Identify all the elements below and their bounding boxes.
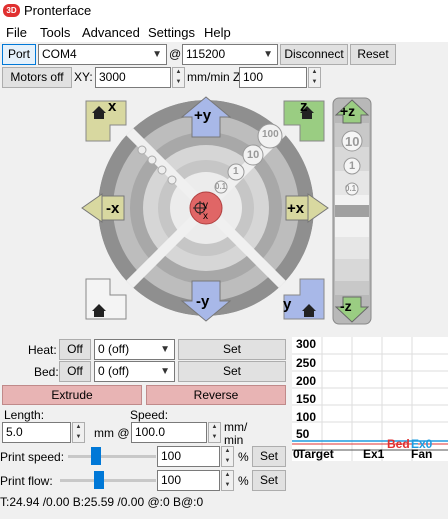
heat-value: 0 (off) [98,342,130,356]
print-speed-input[interactable]: 100 [157,446,220,467]
graph-tick-100: 100 [296,410,317,424]
heat-combo[interactable]: 0 (off) ▼ [94,339,175,360]
baud-combo[interactable]: 115200 ▼ [182,44,278,65]
window-title: Pronterface [24,3,92,18]
print-speed-pct: % [238,450,249,464]
app-icon: 3D [3,4,20,17]
plus-x-label: +x [287,200,305,217]
bed-value: 0 (off) [98,364,130,378]
xy-feedrate-input[interactable]: 3000 [95,67,171,88]
motors-off-button[interactable]: Motors off [2,67,72,88]
graph-tick-200: 200 [296,374,317,388]
length-label: Length: [4,408,45,422]
plus-y-label: +y [194,107,212,124]
minus-x-label: -x [106,200,120,217]
bed-label: Bed: [34,365,59,379]
step-100[interactable]: 100 [262,129,279,140]
z-step-0-1[interactable]: 0.1 [345,184,356,193]
speed-input[interactable]: 100.0 [131,422,207,443]
chevron-down-icon: ▼ [160,344,170,355]
at-label: @ [169,47,182,61]
xy-label: XY: [74,70,93,84]
reset-button[interactable]: Reset [350,44,396,65]
bed-set-button[interactable]: Set [178,361,286,382]
port-button[interactable]: Port [2,44,36,65]
graph-tick-300: 300 [296,337,317,351]
z-spin[interactable]: ▲ ▼ [308,67,321,88]
bed-off-button[interactable]: Off [59,361,91,382]
print-flow-pct: % [238,474,249,488]
graph-tick-50: 50 [296,427,310,441]
port-combo[interactable]: COM4 ▼ [38,44,167,65]
print-flow-slider[interactable] [60,479,156,482]
speed-unit-mm: mm/ [224,420,248,434]
z-label: mm/min Z: [187,70,244,84]
graph-tick-150: 150 [296,392,317,406]
heat-label: Heat: [28,343,57,357]
bed-combo[interactable]: 0 (off) ▼ [94,361,175,382]
heat-off-button[interactable]: Off [59,339,91,360]
menu-tools[interactable]: Tools [40,25,70,40]
extrude-button[interactable]: Extrude [2,385,142,405]
length-spin[interactable]: ▲ ▼ [72,422,85,443]
z-minus-label: -z [340,298,352,314]
speed-unit-min: min [224,433,244,447]
z-plus-label: +z [340,103,356,119]
graph-legend-fan: Fan [411,447,433,461]
print-flow-slider-thumb[interactable] [94,471,104,489]
disconnect-button[interactable]: Disconnect [280,44,348,65]
chevron-down-icon: ▼ [152,49,162,60]
home-z-label: z [300,98,308,115]
z-jog-control[interactable] [332,97,372,325]
port-value: COM4 [42,47,77,61]
speed-label: Speed: [130,408,169,422]
xy-spin[interactable]: ▲ ▼ [172,67,185,88]
menu-settings[interactable]: Settings [148,25,195,40]
status-text: T:24.94 /0.00 B:25.59 /0.00 @:0 B@:0 [0,495,204,509]
graph-legend-target: Target [298,447,334,461]
z-feedrate-input[interactable]: 100 [239,67,307,88]
print-flow-spin[interactable]: ▲ ▼ [221,470,234,491]
z-step-10[interactable]: 10 [345,134,359,149]
menu-help[interactable]: Help [204,25,231,40]
print-flow-input[interactable]: 100 [157,470,220,491]
print-flow-set-button[interactable]: Set [252,470,286,491]
chevron-down-icon: ▼ [160,366,170,377]
baud-value: 115200 [186,47,226,61]
print-speed-slider[interactable] [68,455,156,458]
mm-at-label: mm @ [94,426,130,440]
step-10[interactable]: 10 [247,149,259,161]
print-speed-slider-thumb[interactable] [91,447,101,465]
reverse-button[interactable]: Reverse [146,385,286,405]
center-y-label: y [203,200,208,211]
graph-legend-ex1: Ex1 [363,447,385,461]
graph-legend-bed: Bed [387,437,410,451]
print-speed-label: Print speed: [0,450,65,464]
z-step-1[interactable]: 1 [349,160,355,172]
home-x-label: x [108,98,117,115]
print-speed-spin[interactable]: ▲ ▼ [221,446,234,467]
chevron-down-icon: ▼ [263,49,273,60]
center-x-label: x [203,211,208,222]
home-y-label: y [283,296,292,313]
print-flow-label: Print flow: [0,474,53,488]
step-0-1[interactable]: 0.1 [215,182,226,191]
graph-tick-250: 250 [296,356,317,370]
length-input[interactable]: 5.0 [2,422,71,443]
menu-advanced[interactable]: Advanced [82,25,140,40]
speed-spin[interactable]: ▲ ▼ [208,422,221,443]
minus-y-label: -y [196,293,210,310]
step-1[interactable]: 1 [233,166,239,177]
print-speed-set-button[interactable]: Set [252,446,286,467]
heat-set-button[interactable]: Set [178,339,286,360]
menu-file[interactable]: File [6,25,27,40]
